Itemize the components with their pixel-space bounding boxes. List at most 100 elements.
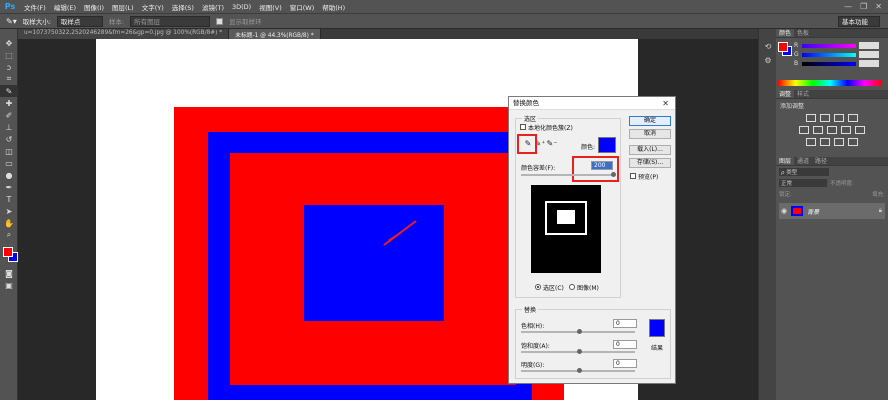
hand-icon[interactable]: ✋ xyxy=(0,217,18,229)
type-icon[interactable]: T xyxy=(0,193,18,205)
load-button[interactable]: 载入(L)... xyxy=(629,145,671,155)
tab-styles[interactable]: 样式 xyxy=(794,90,812,98)
fuzziness-slider[interactable] xyxy=(521,174,615,176)
menu-type[interactable]: 文字(Y) xyxy=(138,2,168,12)
lightness-input[interactable]: 0 xyxy=(613,359,637,368)
radio-image[interactable] xyxy=(569,284,575,290)
minimize-button[interactable]: — xyxy=(844,2,852,11)
visibility-eye-icon[interactable]: ◉ xyxy=(781,207,787,215)
maximize-button[interactable]: ❐ xyxy=(860,2,867,11)
foreground-color[interactable] xyxy=(3,247,13,257)
blur-icon[interactable]: ● xyxy=(0,169,18,181)
menu-3d[interactable]: 3D(D) xyxy=(228,3,255,11)
selection-color-swatch[interactable] xyxy=(598,137,616,153)
menu-layer[interactable]: 图层(L) xyxy=(108,2,138,12)
crop-icon[interactable]: ⌗ xyxy=(0,73,18,85)
hue-label: 色相(H): xyxy=(521,323,545,330)
close-window-button[interactable]: ✕ xyxy=(875,2,882,11)
tab-layers[interactable]: 图层 xyxy=(776,157,795,165)
stamp-icon[interactable]: ⊥ xyxy=(0,121,18,133)
menu-filter[interactable]: 滤镜(T) xyxy=(198,2,228,12)
brush-icon[interactable]: ✐ xyxy=(0,109,18,121)
cancel-button[interactable]: 取消 xyxy=(629,129,671,139)
lock-label: 锁定: xyxy=(779,192,792,198)
localized-clusters-checkbox[interactable] xyxy=(520,124,526,130)
hue-input[interactable]: 0 xyxy=(613,319,637,328)
hue-slider-thumb[interactable] xyxy=(577,329,582,334)
selective-color-icon[interactable] xyxy=(848,138,858,146)
curves-icon[interactable] xyxy=(834,114,844,122)
hue-sat-icon[interactable] xyxy=(813,126,823,134)
screen-mode-icon[interactable]: ▣ xyxy=(0,279,18,291)
menu-window[interactable]: 窗口(W) xyxy=(286,2,319,12)
gradient-icon[interactable]: ▭ xyxy=(0,157,18,169)
menu-select[interactable]: 选择(S) xyxy=(168,2,198,12)
menu-image[interactable]: 图像(I) xyxy=(80,2,108,12)
menu-file[interactable]: 文件(F) xyxy=(20,2,50,12)
show-ring-checkbox[interactable] xyxy=(216,17,224,25)
zoom-icon[interactable]: ⌕ xyxy=(0,229,18,241)
g-value-field[interactable] xyxy=(859,51,879,58)
layer-row-background[interactable]: ◉ 背景 🔒︎ xyxy=(779,203,885,219)
saturation-input[interactable]: 0 xyxy=(613,340,637,349)
sample-select[interactable]: 所有图层 xyxy=(130,15,211,27)
pen-icon[interactable]: ✒ xyxy=(0,181,18,193)
result-color-swatch[interactable] xyxy=(649,319,665,337)
b-value-field[interactable] xyxy=(859,60,879,67)
slider-b[interactable] xyxy=(802,61,856,66)
marquee-icon[interactable]: ⬚ xyxy=(0,49,18,61)
lasso-icon[interactable]: ↄ xyxy=(0,61,18,73)
bw-icon[interactable] xyxy=(841,126,851,134)
sample-size-select[interactable]: 取样点 xyxy=(56,15,103,27)
photo-filter-icon[interactable] xyxy=(855,126,865,134)
menu-edit[interactable]: 编辑(E) xyxy=(50,2,80,12)
dialog-close-icon[interactable]: ✕ xyxy=(662,97,669,110)
eyedropper-icon[interactable]: ✎▾ xyxy=(6,17,17,26)
quick-mask-icon[interactable]: ◙ xyxy=(0,267,18,279)
eyedropper-minus-icon[interactable]: ✎⁻ xyxy=(545,137,559,151)
eyedropper-highlight xyxy=(517,134,537,154)
brightness-icon[interactable] xyxy=(806,114,816,122)
path-select-icon[interactable]: ➤ xyxy=(0,205,18,217)
opacity-label: 不透明度: xyxy=(830,181,854,187)
heal-icon[interactable]: ✚ xyxy=(0,97,18,109)
properties-icon[interactable]: ⚙ xyxy=(759,53,777,67)
eraser-icon[interactable]: ◫ xyxy=(0,145,18,157)
layer-kind-filter[interactable]: ρ 类型 xyxy=(779,168,829,176)
history-brush-icon[interactable]: ↺ xyxy=(0,133,18,145)
slider-r[interactable] xyxy=(802,43,856,48)
color-balance-icon[interactable] xyxy=(827,126,837,134)
slider-g[interactable] xyxy=(802,52,856,57)
menu-help[interactable]: 帮助(H) xyxy=(318,2,349,12)
preview-checkbox[interactable] xyxy=(630,173,636,179)
workspace-select[interactable]: 基本功能 xyxy=(838,15,880,27)
blend-mode-select[interactable]: 正常 xyxy=(779,179,827,187)
tab-adjustments[interactable]: 调整 xyxy=(776,90,795,98)
tab-channels[interactable]: 通道 xyxy=(794,157,812,165)
levels-icon[interactable] xyxy=(820,114,830,122)
tab-color[interactable]: 颜色 xyxy=(776,29,795,37)
threshold-icon[interactable] xyxy=(834,138,844,146)
tab-swatches[interactable]: 色板 xyxy=(794,29,812,37)
panel-foreground-color[interactable] xyxy=(778,42,788,52)
save-button[interactable]: 存储(S)... xyxy=(629,158,671,168)
radio-selection[interactable] xyxy=(535,284,541,290)
r-value-field[interactable] xyxy=(859,42,879,49)
history-icon[interactable]: ⟲ xyxy=(759,39,777,53)
spectrum-bar[interactable] xyxy=(778,80,882,86)
move-icon[interactable]: ✥ xyxy=(0,37,18,49)
posterize-icon[interactable] xyxy=(820,138,830,146)
vibrance-icon[interactable] xyxy=(799,126,809,134)
saturation-slider-thumb[interactable] xyxy=(577,349,582,354)
invert-icon[interactable] xyxy=(806,138,816,146)
menu-view[interactable]: 视图(V) xyxy=(255,2,286,12)
exposure-icon[interactable] xyxy=(848,114,858,122)
doc-tab-untitled[interactable]: 未标题-1 @ 44.3%(RGB/8) * xyxy=(229,29,321,39)
doc-tab-jpg[interactable]: u=1073750322,2520246289&fm=26&gp=0.jpg @… xyxy=(18,29,230,39)
radio-image-label: 图像(M) xyxy=(577,285,599,292)
fuzziness-slider-thumb[interactable] xyxy=(611,172,616,177)
eyedropper-icon[interactable]: ✎ xyxy=(0,85,18,97)
tab-paths[interactable]: 路径 xyxy=(812,157,830,165)
ok-button[interactable]: 确定 xyxy=(629,116,671,126)
lightness-slider-thumb[interactable] xyxy=(577,368,582,373)
